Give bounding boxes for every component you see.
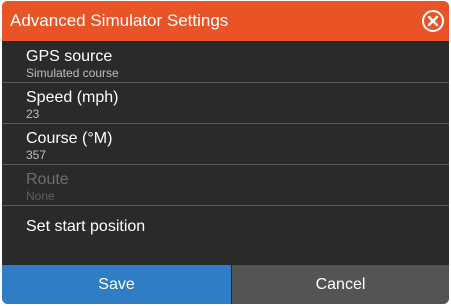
- setting-value: Simulated course: [26, 66, 119, 80]
- save-button[interactable]: Save: [2, 265, 231, 304]
- dialog-titlebar: Advanced Simulator Settings: [2, 1, 449, 41]
- setting-label: Route: [26, 171, 69, 188]
- setting-value: 357: [26, 148, 47, 162]
- setting-value: None: [26, 189, 55, 203]
- setting-course[interactable]: Course (°M) 357: [2, 124, 449, 165]
- close-button[interactable]: [421, 9, 445, 33]
- setting-label: Set start position: [26, 218, 146, 235]
- setting-label: GPS source: [26, 48, 113, 65]
- setting-label: Speed (mph): [26, 89, 119, 106]
- setting-set-start-position[interactable]: Set start position: [2, 206, 449, 250]
- close-circle-icon: [422, 10, 444, 32]
- dialog-title: Advanced Simulator Settings: [10, 11, 229, 30]
- dialog-buttons: Save Cancel: [2, 265, 449, 304]
- setting-value: 23: [26, 107, 40, 121]
- setting-speed[interactable]: Speed (mph) 23: [2, 83, 449, 124]
- setting-route: Route None: [2, 165, 449, 206]
- setting-gps-source[interactable]: GPS source Simulated course: [2, 42, 449, 83]
- settings-list: GPS source Simulated course Speed (mph) …: [2, 42, 449, 250]
- advanced-simulator-settings-dialog: Advanced Simulator Settings GPS source S…: [2, 1, 449, 304]
- cancel-button[interactable]: Cancel: [232, 265, 449, 304]
- setting-label: Course (°M): [26, 130, 113, 147]
